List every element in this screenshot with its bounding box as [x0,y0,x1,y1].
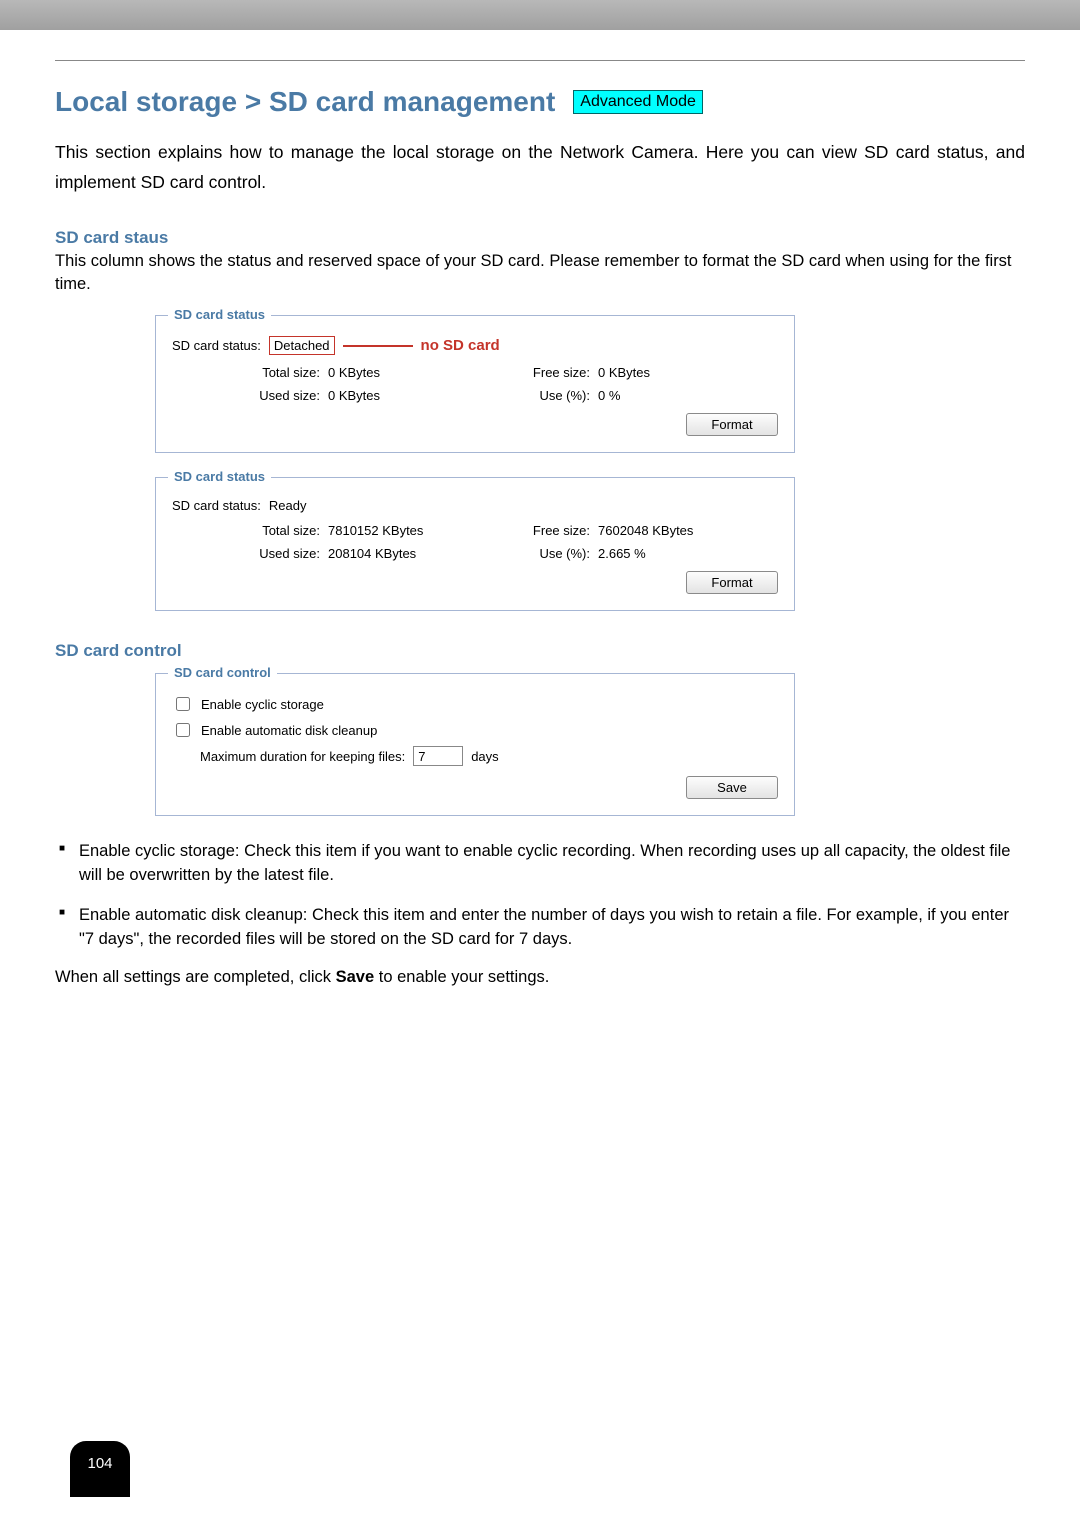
used-size-value: 208104 KBytes [328,546,478,561]
use-pct-value: 2.665 % [598,546,748,561]
callout-line [343,345,413,347]
save-button[interactable]: Save [686,776,778,799]
fieldset-legend: SD card control [168,665,277,680]
used-size-label: Used size: [208,388,328,403]
page-title: Local storage > SD card management [55,86,555,118]
bullet-cyclic: Enable cyclic storage: Check this item i… [79,840,1025,888]
horizontal-rule [55,60,1025,61]
closing-line: When all settings are completed, click S… [55,968,1025,987]
fieldset-legend: SD card status [168,469,271,484]
sd-status-ready-fieldset: SD card status SD card status: Ready Tot… [155,477,795,611]
format-button[interactable]: Format [686,413,778,436]
status-label: SD card status: [172,338,261,353]
intro-paragraph: This section explains how to manage the … [55,138,1025,198]
page-number: 104 [87,1455,112,1472]
free-size-value: 0 KBytes [598,365,748,380]
enable-cleanup-checkbox[interactable] [176,723,190,737]
callout-no-sd: no SD card [421,337,500,354]
page-number-tab: 104 [70,1441,130,1497]
top-bar [0,0,1080,30]
use-pct-value: 0 % [598,388,748,403]
status-heading: SD card staus [55,228,1025,248]
status-value-ready: Ready [269,498,307,513]
used-size-label: Used size: [208,546,328,561]
closing-bold: Save [336,968,375,986]
sd-control-fieldset: SD card control Enable cyclic storage En… [155,673,795,816]
enable-cyclic-label: Enable cyclic storage [201,697,324,712]
max-duration-label: Maximum duration for keeping files: [200,749,405,764]
max-duration-unit: days [471,749,498,764]
page-content: Local storage > SD card management Advan… [0,30,1080,1044]
control-heading: SD card control [55,641,1025,661]
sd-status-detached-fieldset: SD card status SD card status: Detached … [155,315,795,453]
bullet-cleanup: Enable automatic disk cleanup: Check thi… [79,904,1025,952]
status-value-detached: Detached [269,336,335,355]
total-size-label: Total size: [208,365,328,380]
max-duration-input[interactable] [413,746,463,766]
status-text: This column shows the status and reserve… [55,250,1025,298]
free-size-label: Free size: [478,523,598,538]
status-label: SD card status: [172,498,261,513]
enable-cleanup-label: Enable automatic disk cleanup [201,723,377,738]
total-size-label: Total size: [208,523,328,538]
use-pct-label: Use (%): [478,546,598,561]
free-size-value: 7602048 KBytes [598,523,748,538]
fieldset-legend: SD card status [168,307,271,322]
use-pct-label: Use (%): [478,388,598,403]
total-size-value: 7810152 KBytes [328,523,478,538]
mode-badge: Advanced Mode [573,90,703,114]
format-button[interactable]: Format [686,571,778,594]
enable-cyclic-checkbox[interactable] [176,697,190,711]
free-size-label: Free size: [478,365,598,380]
closing-post: to enable your settings. [374,968,549,986]
closing-pre: When all settings are completed, click [55,968,336,986]
total-size-value: 0 KBytes [328,365,478,380]
used-size-value: 0 KBytes [328,388,478,403]
